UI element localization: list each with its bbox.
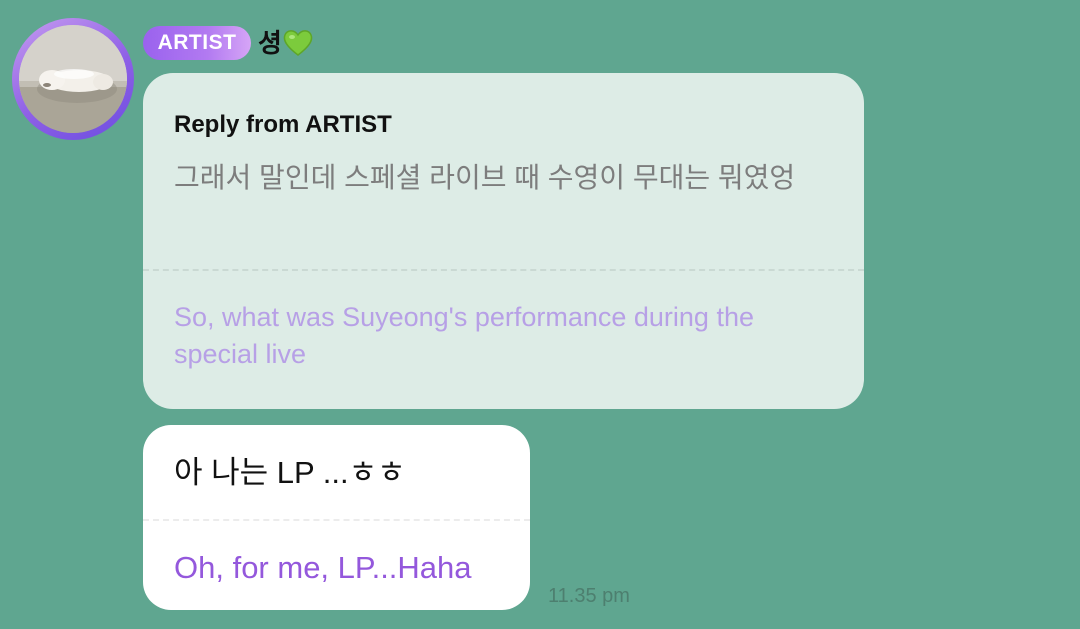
reply-original-text: 그래서 말인데 스페셜 라이브 때 수영이 무대는 뭐였엉 bbox=[174, 162, 796, 193]
sender-name-row: 셩 bbox=[258, 26, 313, 60]
artist-avatar[interactable] bbox=[12, 18, 134, 140]
message-bubble[interactable]: 아 나는 LP ...ㅎㅎ Oh, for me, LP...Haha bbox=[143, 425, 530, 610]
green-heart-icon bbox=[283, 30, 313, 57]
sender-name: 셩 bbox=[258, 28, 282, 58]
message-divider bbox=[143, 519, 530, 521]
artist-badge: ARTIST bbox=[143, 26, 251, 60]
message-translation: Oh, for me, LP...Haha bbox=[174, 550, 472, 585]
message-text: 아 나는 LP ...ㅎㅎ bbox=[174, 455, 406, 490]
reply-title: Reply from ARTIST bbox=[174, 111, 392, 138]
reply-divider bbox=[143, 269, 864, 271]
reply-translation: So, what was Suyeong's performance durin… bbox=[174, 302, 754, 369]
sleeping-dog-photo bbox=[19, 25, 127, 133]
avatar-photo bbox=[19, 25, 127, 133]
reply-bubble[interactable]: Reply from ARTIST 그래서 말인데 스페셜 라이브 때 수영이 … bbox=[143, 73, 864, 409]
message-timestamp: 11.35 pm bbox=[548, 585, 630, 607]
